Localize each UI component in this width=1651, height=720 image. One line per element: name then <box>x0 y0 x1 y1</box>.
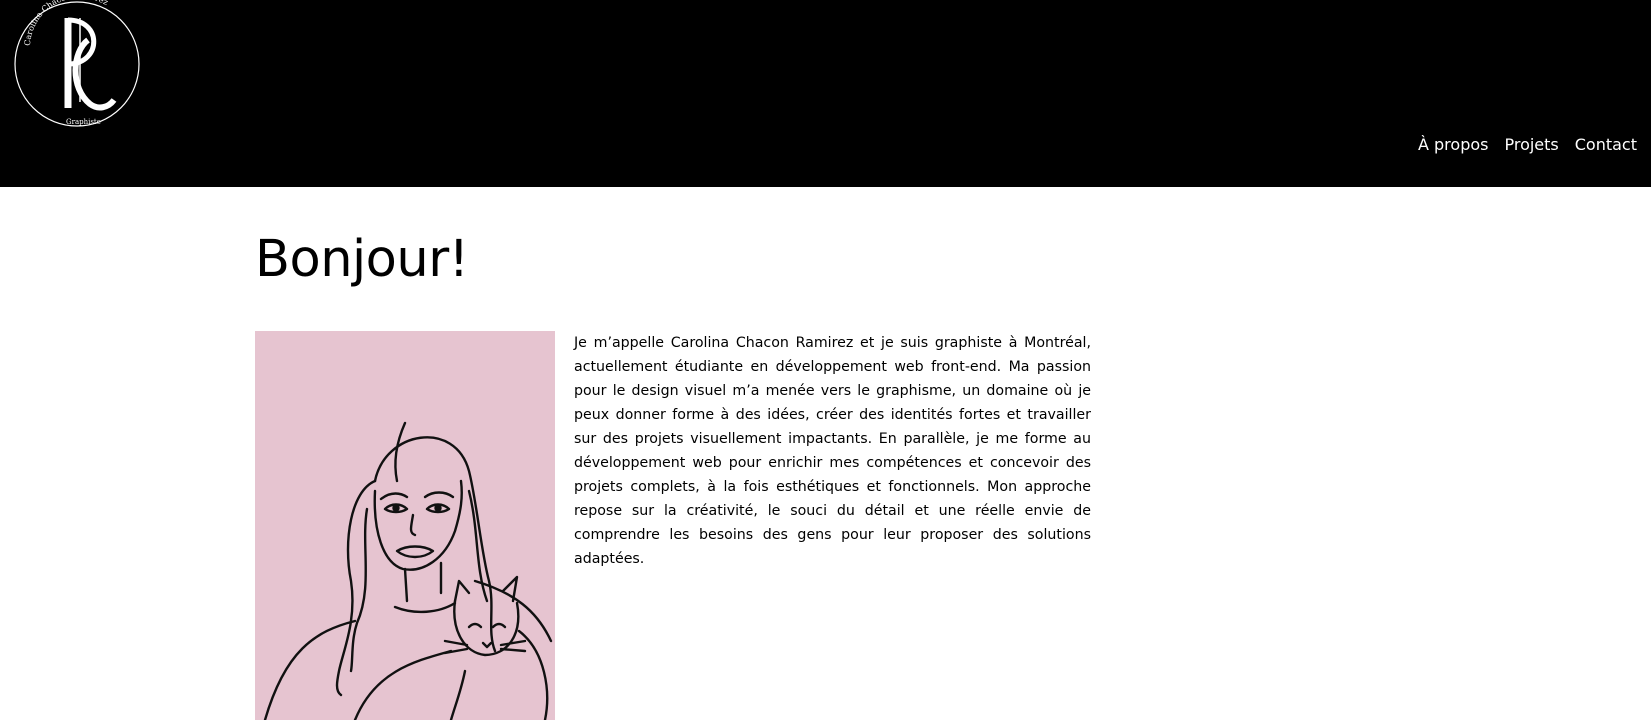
page-title: Bonjour! <box>255 230 469 289</box>
brand-logo[interactable]: Carolina Chacon Ramirez Graphiste <box>10 0 145 136</box>
nav-link-contact[interactable]: Contact <box>1575 134 1637 156</box>
main-nav: À propos Projets Contact <box>1418 134 1637 156</box>
portrait-illustration <box>255 331 555 720</box>
nav-link-projets[interactable]: Projets <box>1504 134 1558 156</box>
logo-mark: Carolina Chacon Ramirez Graphiste <box>14 0 140 127</box>
site-header: Carolina Chacon Ramirez Graphiste À prop… <box>0 0 1651 187</box>
logo-subtitle-text: Graphiste <box>66 118 101 126</box>
nav-link-a-propos[interactable]: À propos <box>1418 134 1488 156</box>
bio-paragraph: Je m’appelle Carolina Chacon Ramirez et … <box>574 335 1091 567</box>
